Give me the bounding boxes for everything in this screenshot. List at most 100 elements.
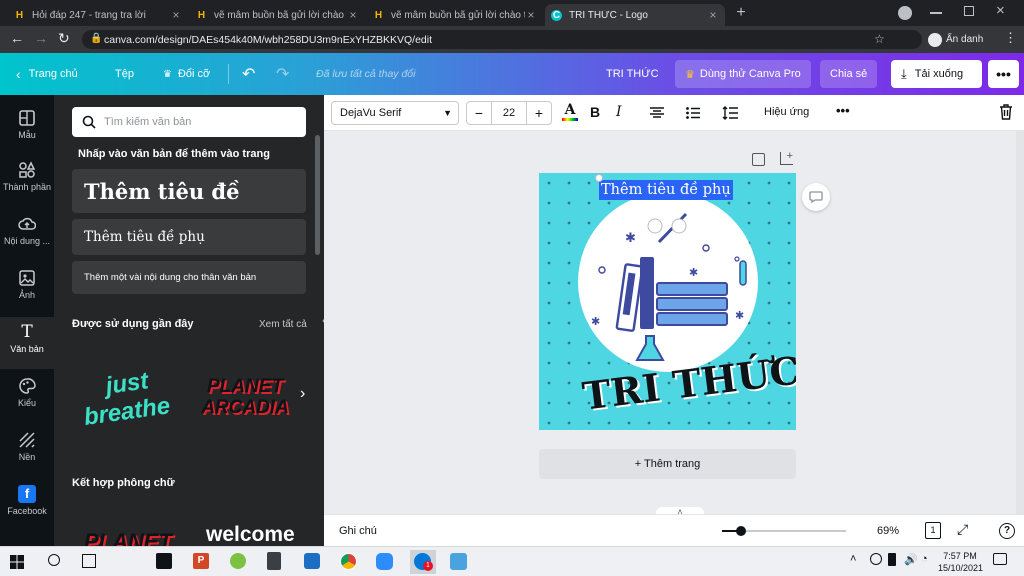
volume-icon[interactable]: 🔊 — [904, 553, 918, 566]
font-size-value[interactable]: 22 — [491, 102, 527, 124]
download-button[interactable]: ⤓ Tải xuống — [891, 60, 982, 88]
add-page-icon[interactable]: + — [780, 151, 793, 165]
font-preset-just-breathe[interactable]: just breathe — [72, 347, 184, 443]
restore-icon[interactable] — [964, 6, 974, 16]
zoom-slider[interactable] — [722, 526, 846, 536]
windows-start-icon[interactable] — [10, 555, 24, 569]
home-button[interactable]: ‹ Trang chủ — [16, 53, 78, 95]
incognito-profile[interactable]: Ẩn danh — [928, 31, 983, 48]
zoom-percent[interactable]: 69% — [877, 525, 899, 537]
browser-tab[interactable]: H Hỏi đáp 247 - trang tra lời × — [8, 4, 188, 26]
text-color-button[interactable]: A — [562, 102, 578, 124]
back-icon[interactable]: ← — [10, 30, 24, 46]
close-tab-icon[interactable]: × — [170, 8, 182, 22]
align-center-button[interactable] — [650, 107, 664, 119]
add-heading-button[interactable]: Thêm tiêu đề — [72, 169, 306, 213]
help-icon[interactable]: ? — [999, 523, 1015, 539]
rail-item-uploads[interactable]: Nội dung ... — [0, 211, 54, 259]
forward-icon[interactable]: → — [34, 30, 48, 46]
effects-button[interactable]: Hiệu ứng — [764, 106, 809, 118]
file-menu-button[interactable]: Tệp — [115, 53, 134, 95]
store-icon[interactable] — [156, 553, 172, 569]
delete-button[interactable] — [999, 104, 1013, 120]
minimize-icon[interactable] — [930, 12, 942, 14]
spacing-button[interactable] — [722, 106, 738, 120]
zoom-slider-thumb[interactable] — [735, 526, 746, 536]
duplicate-page-icon[interactable] — [752, 153, 765, 166]
see-all-link[interactable]: Xem tất cả — [259, 319, 307, 330]
show-hidden-icons[interactable]: ˄ — [850, 553, 856, 565]
wifi-icon[interactable]: ◔ — [921, 553, 928, 565]
browser-tab[interactable]: H vẽ mâm buồn bã gửi lời chào tạ × — [190, 4, 365, 26]
chevron-right-icon[interactable]: › — [300, 385, 305, 403]
zoom-app-icon[interactable] — [376, 553, 393, 570]
combo-welcome-preview[interactable]: welcome — [206, 523, 295, 546]
notes-button[interactable]: Ghi chú — [339, 525, 377, 537]
rail-item-elements[interactable]: Thành phần — [0, 157, 54, 205]
rail-item-styles[interactable]: Kiểu — [0, 373, 54, 421]
design-title[interactable]: TRI THỨC — [606, 53, 659, 95]
share-button[interactable]: Chia sẻ — [820, 60, 878, 88]
undo-icon[interactable]: ↶ — [242, 53, 255, 95]
add-body-text-button[interactable]: Thêm một vài nội dung cho thân văn bản — [72, 261, 306, 294]
increase-font-size-button[interactable]: + — [527, 105, 551, 121]
rail-item-templates[interactable]: Mẫu — [0, 105, 54, 153]
clock[interactable]: 7:57 PM 15/10/2021 — [938, 550, 983, 574]
fullscreen-icon[interactable]: ⤢ — [957, 521, 968, 538]
list-button[interactable] — [686, 107, 700, 119]
font-size-stepper[interactable]: − 22 + — [466, 101, 552, 125]
comment-button[interactable] — [802, 183, 830, 211]
reload-icon[interactable]: ↻ — [58, 30, 70, 47]
add-page-button[interactable]: + Thêm trang — [539, 449, 796, 479]
redo-icon[interactable]: ↷ — [276, 53, 289, 95]
background-pattern-icon — [18, 431, 36, 449]
browser-menu-icon[interactable]: ⋮ — [1004, 30, 1017, 46]
more-options-button[interactable]: ••• — [988, 60, 1019, 88]
try-pro-button[interactable]: ♛ Dùng thử Canva Pro — [675, 60, 811, 88]
calculator-icon[interactable] — [267, 552, 281, 570]
notifications-icon[interactable] — [993, 553, 1007, 565]
decrease-font-size-button[interactable]: − — [467, 105, 491, 121]
task-view-icon[interactable] — [82, 554, 96, 568]
search-icon[interactable] — [48, 554, 60, 566]
bold-button[interactable]: B — [590, 104, 600, 120]
italic-button[interactable]: I — [616, 104, 622, 120]
bookmark-star-icon[interactable]: ☆ — [874, 32, 885, 46]
close-window-icon[interactable]: × — [996, 2, 1005, 19]
tray-icon[interactable] — [870, 553, 882, 565]
rail-item-background[interactable]: Nền — [0, 427, 54, 475]
app-icon[interactable] — [304, 553, 320, 569]
new-tab-button[interactable]: + — [732, 4, 750, 22]
close-tab-icon[interactable]: × — [525, 8, 537, 22]
rail-item-photos[interactable]: Ảnh — [0, 265, 54, 313]
chrome-icon[interactable] — [340, 553, 357, 570]
chevron-up-icon[interactable]: ˄ — [656, 507, 704, 514]
active-app-highlight[interactable]: 1 — [410, 550, 436, 574]
browser-tab-active[interactable]: C TRI THỨC - Logo × — [545, 4, 725, 26]
combo-planet-preview[interactable]: PLANET — [84, 529, 172, 546]
close-tab-icon[interactable]: × — [707, 8, 719, 22]
powerpoint-icon[interactable]: P — [193, 553, 209, 569]
url-field[interactable]: 🔒 canva.com/design/DAEs454k40M/wbh258DU3… — [82, 30, 922, 49]
app-icon[interactable] — [230, 553, 246, 569]
more-toolbar-button[interactable]: ••• — [836, 103, 850, 118]
close-tab-icon[interactable]: × — [347, 8, 359, 22]
rail-item-text[interactable]: T Văn bản — [0, 317, 54, 369]
battery-icon[interactable] — [888, 553, 896, 566]
paint-icon[interactable] — [450, 553, 467, 570]
selection-handle[interactable] — [595, 174, 603, 182]
tab-search-icon[interactable] — [898, 6, 912, 20]
browser-tab[interactable]: H vẽ mâm buồn bã gửi lời chào tạ × — [367, 4, 543, 26]
subtitle-text-selected[interactable]: Thêm tiêu đề phụ — [599, 180, 733, 200]
text-search-input[interactable]: Tìm kiếm văn bản — [72, 107, 306, 137]
font-family-select[interactable]: DejaVu Serif ▼ — [331, 101, 459, 125]
rail-item-facebook[interactable]: f Facebook — [0, 481, 54, 529]
panel-scrollbar[interactable] — [315, 135, 320, 255]
crown-icon: ♛ — [163, 68, 172, 80]
canvas-scrollbar[interactable] — [1016, 131, 1024, 514]
font-preset-planet-arcadia[interactable]: PLANET PLANET ARCADIA ARCADIA — [196, 347, 296, 443]
design-page[interactable]: ✱ ✱ ✱ ✱ Thêm tiêu đề phụ TRI THỨC — [539, 173, 796, 430]
page-count-button[interactable]: 1 — [925, 522, 941, 539]
resize-button[interactable]: ♛ Đổi cỡ — [163, 53, 210, 95]
add-subheading-button[interactable]: Thêm tiêu đề phụ — [72, 219, 306, 255]
